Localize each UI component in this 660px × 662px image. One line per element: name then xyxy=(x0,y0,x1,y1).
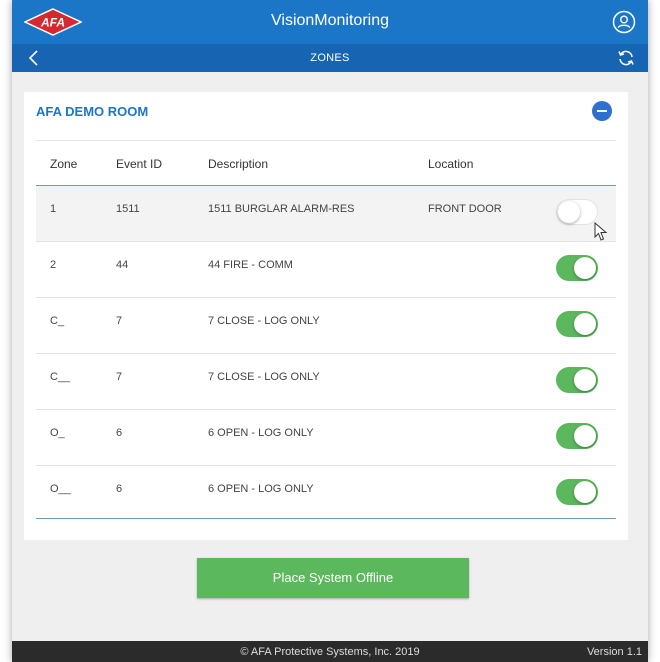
event-id-cell: 6 xyxy=(116,483,123,495)
table-row: O__ 6 6 OPEN - LOG ONLY xyxy=(36,466,616,522)
place-system-offline-button[interactable]: Place System Offline xyxy=(197,558,469,598)
zone-toggle[interactable] xyxy=(556,367,598,393)
mouse-cursor-icon xyxy=(594,222,608,241)
column-header-location: Location xyxy=(428,157,474,171)
description-cell: 44 FIRE - COMM xyxy=(208,259,293,271)
event-id-cell: 1511 xyxy=(116,203,140,215)
zone-cell: C__ xyxy=(50,371,71,383)
description-cell: 6 OPEN - LOG ONLY xyxy=(208,427,314,439)
page-title: ZONES xyxy=(310,52,350,64)
app-window: AFA VisionMonitoring ZONES AFA DEMO ROOM… xyxy=(12,0,648,662)
event-id-cell: 44 xyxy=(116,259,129,271)
refresh-icon[interactable] xyxy=(616,49,636,67)
description-cell: 7 CLOSE - LOG ONLY xyxy=(208,371,320,383)
zones-table: Zone Event ID Description Location 1 151… xyxy=(24,130,628,540)
footer: © AFA Protective Systems, Inc. 2019 Vers… xyxy=(12,641,648,662)
column-header-event-id: Event ID xyxy=(116,157,163,171)
column-header-description: Description xyxy=(208,157,269,171)
column-header-zone: Zone xyxy=(50,157,78,171)
zone-toggle[interactable] xyxy=(556,255,598,281)
toggle-knob xyxy=(574,369,596,391)
room-name: AFA DEMO ROOM xyxy=(36,104,149,119)
table-header: Zone Event ID Description Location xyxy=(36,140,616,186)
copyright-text: © AFA Protective Systems, Inc. 2019 xyxy=(240,646,420,658)
zone-toggle[interactable] xyxy=(556,199,598,225)
description-cell: 6 OPEN - LOG ONLY xyxy=(208,483,314,495)
toggle-knob xyxy=(574,257,596,279)
zone-cell: O_ xyxy=(50,427,65,439)
zone-cell: O__ xyxy=(50,483,71,495)
toggle-knob xyxy=(574,481,596,503)
table-row: 1 1511 1511 BURGLAR ALARM-RES FRONT DOOR xyxy=(36,186,616,242)
app-title: VisionMonitoring xyxy=(271,12,389,29)
location-cell: FRONT DOOR xyxy=(428,203,502,215)
event-id-cell: 7 xyxy=(116,371,123,383)
toggle-knob xyxy=(574,425,596,447)
event-id-cell: 6 xyxy=(116,427,123,439)
table-row: O_ 6 6 OPEN - LOG ONLY xyxy=(36,410,616,466)
zone-cell: 2 xyxy=(50,259,57,271)
toggle-knob xyxy=(558,201,580,223)
description-cell: 7 CLOSE - LOG ONLY xyxy=(208,315,320,327)
top-bar: AFA VisionMonitoring xyxy=(12,0,648,44)
table-row: C__ 7 7 CLOSE - LOG ONLY xyxy=(36,354,616,410)
room-header[interactable]: AFA DEMO ROOM xyxy=(24,92,628,130)
event-id-cell: 7 xyxy=(116,315,123,327)
user-circle-icon[interactable] xyxy=(612,10,636,34)
zone-toggle[interactable] xyxy=(556,311,598,337)
zone-toggle[interactable] xyxy=(556,423,598,449)
zone-cell: C_ xyxy=(50,315,65,327)
description-cell: 1511 BURGLAR ALARM-RES xyxy=(208,203,355,215)
table-row: C_ 7 7 CLOSE - LOG ONLY xyxy=(36,298,616,354)
zone-toggle[interactable] xyxy=(556,479,598,505)
zone-cell: 1 xyxy=(50,203,57,215)
minus-circle-icon[interactable] xyxy=(592,101,612,121)
table-row: 2 44 44 FIRE - COMM xyxy=(36,242,616,298)
table-divider xyxy=(36,518,616,519)
version-text: Version 1.1 xyxy=(586,646,642,658)
sub-bar: ZONES xyxy=(12,44,648,72)
toggle-knob xyxy=(574,313,596,335)
